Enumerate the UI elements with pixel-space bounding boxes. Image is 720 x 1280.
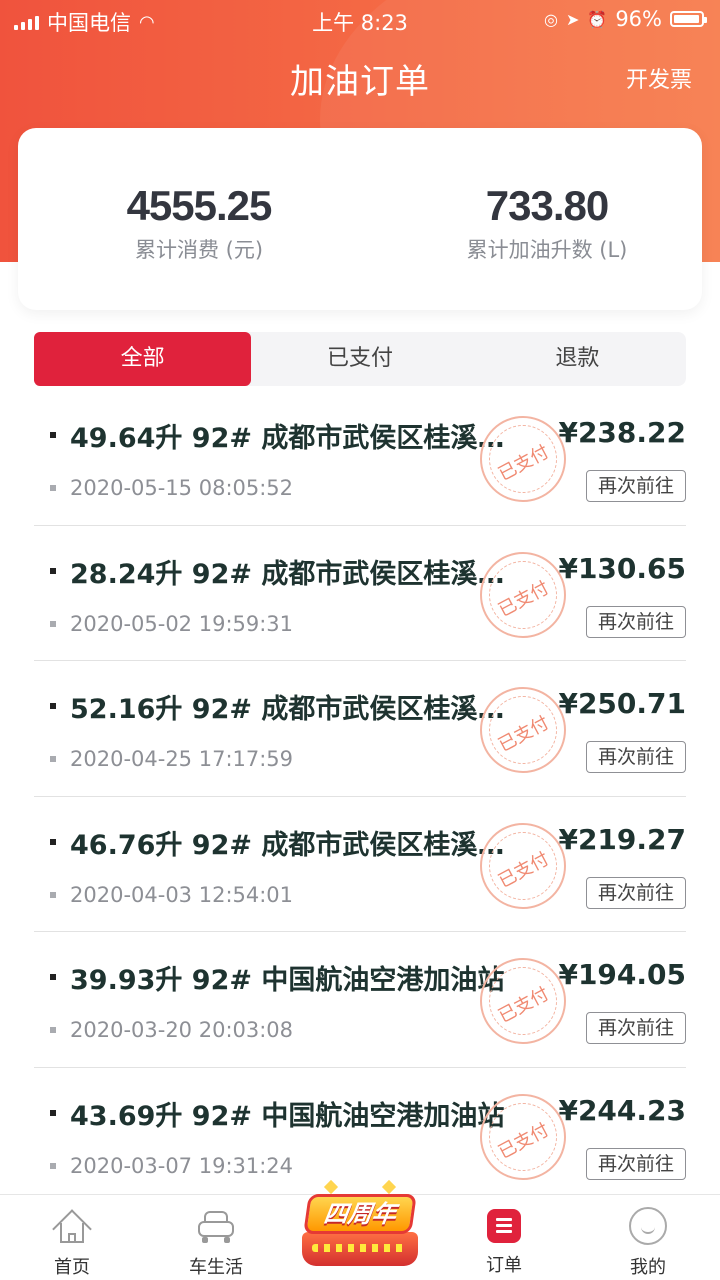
order-title: 28.24升 92# 成都市武侯区桂溪加油站: [70, 558, 520, 590]
order-date: 2020-05-02 19:59:31: [70, 611, 294, 636]
order-date: 2020-04-25 17:17:59: [70, 747, 294, 771]
status-bar: 中国电信 ◠ 上午 8:23 ◎ ➤ ⏰ 96%: [0, 0, 720, 38]
bullet-icon: [50, 432, 56, 438]
tab-orders-label: 订单: [486, 1255, 522, 1276]
tab-car-life-label: 车生活: [189, 1257, 243, 1278]
order-list: 49.64升 92# 成都市武侯区桂溪加油站 ¥238.22 2020-05-1…: [34, 390, 686, 1203]
bullet-icon: [50, 1109, 56, 1116]
order-item[interactable]: 28.24升 92# 成都市武侯区桂溪加油站 ¥130.65 2020-05-0…: [34, 526, 686, 661]
bullet-icon: [50, 703, 56, 709]
filter-tabs: 全部 已支付 退款: [34, 332, 686, 386]
bullet-icon: [50, 1027, 56, 1033]
rotation-lock-icon: ◎: [544, 9, 558, 29]
tab-car-life[interactable]: 车生活: [156, 1195, 276, 1279]
order-price: ¥244.23: [558, 1093, 686, 1127]
bullet-icon: [50, 485, 56, 491]
alarm-icon: ⏰: [587, 9, 608, 29]
order-price: ¥250.71: [558, 687, 686, 720]
sparkle-icon: [323, 1179, 339, 1195]
order-title: 52.16升 92# 成都市武侯区桂溪加油站: [70, 694, 520, 725]
bullet-icon: [50, 974, 56, 980]
order-item[interactable]: 46.76升 92# 成都市武侯区桂溪加油站 ¥219.27 2020-04-0…: [34, 797, 686, 932]
order-icon: [487, 1209, 521, 1243]
tab-orders[interactable]: 订单: [444, 1195, 564, 1277]
paid-stamp: 已支付: [480, 551, 566, 638]
order-price: ¥238.22: [558, 416, 686, 449]
bullet-icon: [50, 567, 56, 574]
home-icon: [52, 1207, 92, 1249]
order-title: 43.69升 92# 中国航油空港加油站: [70, 1100, 505, 1132]
go-again-button[interactable]: 再次前往: [586, 1012, 686, 1044]
order-item[interactable]: 52.16升 92# 成都市武侯区桂溪加油站 ¥250.71 2020-04-2…: [34, 661, 686, 797]
go-again-button[interactable]: 再次前往: [586, 876, 686, 909]
paid-stamp: 已支付: [480, 822, 566, 909]
go-again-button[interactable]: 再次前往: [586, 470, 686, 502]
promo-badge: 四周年: [303, 1194, 417, 1234]
battery-icon: [670, 11, 707, 27]
total-liters-stat: 733.80 累计加油升数 (L): [376, 182, 718, 264]
location-icon: ➤: [565, 9, 580, 29]
paid-stamp: 已支付: [480, 958, 566, 1044]
invoice-button[interactable]: 开发票: [626, 62, 692, 94]
bullet-icon: [50, 891, 56, 898]
battery-percent: 96%: [615, 7, 662, 31]
tab-home-label: 首页: [54, 1257, 90, 1278]
nav-bar: 加油订单 开发票: [0, 40, 720, 110]
tab-all[interactable]: 全部: [34, 332, 252, 386]
wifi-icon: ◠: [139, 11, 155, 33]
page-title: 加油订单: [290, 62, 430, 102]
bullet-icon: [50, 620, 56, 627]
order-item[interactable]: 49.64升 92# 成都市武侯区桂溪加油站 ¥238.22 2020-05-1…: [34, 390, 686, 526]
total-spend-value: 4555.25: [126, 182, 273, 229]
order-title: 46.76升 92# 成都市武侯区桂溪加油站: [70, 829, 520, 861]
bullet-icon: [50, 838, 56, 845]
order-item[interactable]: 39.93升 92# 中国航油空港加油站 ¥194.05 2020-03-20 …: [34, 932, 686, 1068]
total-liters-value: 733.80: [485, 182, 609, 229]
sparkle-icon: [381, 1179, 397, 1195]
bullet-icon: [50, 1162, 56, 1169]
total-spend-label: 累计消费 (元): [134, 238, 264, 262]
order-price: ¥130.65: [558, 551, 686, 585]
tab-home[interactable]: 首页: [12, 1195, 132, 1279]
go-again-button[interactable]: 再次前往: [586, 1147, 686, 1180]
tab-paid[interactable]: 已支付: [251, 332, 468, 386]
total-spend-stat: 4555.25 累计消费 (元): [28, 182, 370, 264]
order-date: 2020-03-20 20:03:08: [70, 1018, 294, 1042]
go-again-button[interactable]: 再次前往: [586, 741, 686, 773]
total-liters-label: 累计加油升数 (L): [466, 238, 628, 262]
promo-base: [302, 1232, 418, 1266]
paid-stamp: 已支付: [480, 1093, 566, 1180]
signal-icon: [14, 14, 39, 30]
car-icon: [196, 1207, 236, 1245]
anniversary-promo-button[interactable]: 四周年: [296, 1179, 424, 1272]
order-price: ¥219.27: [558, 822, 686, 856]
tab-profile[interactable]: 我的: [588, 1195, 708, 1279]
carrier-name: 中国电信: [47, 11, 131, 35]
order-price: ¥194.05: [558, 958, 686, 991]
paid-stamp: 已支付: [480, 687, 566, 773]
summary-card: 4555.25 累计消费 (元) 733.80 累计加油升数 (L): [18, 128, 702, 310]
paid-stamp: 已支付: [480, 416, 566, 502]
bullet-icon: [50, 756, 56, 762]
go-again-button[interactable]: 再次前往: [586, 605, 686, 638]
order-title: 49.64升 92# 成都市武侯区桂溪加油站: [70, 423, 520, 454]
tab-profile-label: 我的: [630, 1257, 666, 1278]
order-date: 2020-04-03 12:54:01: [70, 882, 294, 907]
tab-refund[interactable]: 退款: [469, 332, 686, 386]
order-date: 2020-03-07 19:31:24: [70, 1153, 294, 1178]
status-time: 上午 8:23: [312, 11, 408, 35]
profile-icon: [629, 1207, 667, 1245]
order-title: 39.93升 92# 中国航油空港加油站: [70, 965, 505, 996]
order-date: 2020-05-15 08:05:52: [70, 476, 294, 500]
